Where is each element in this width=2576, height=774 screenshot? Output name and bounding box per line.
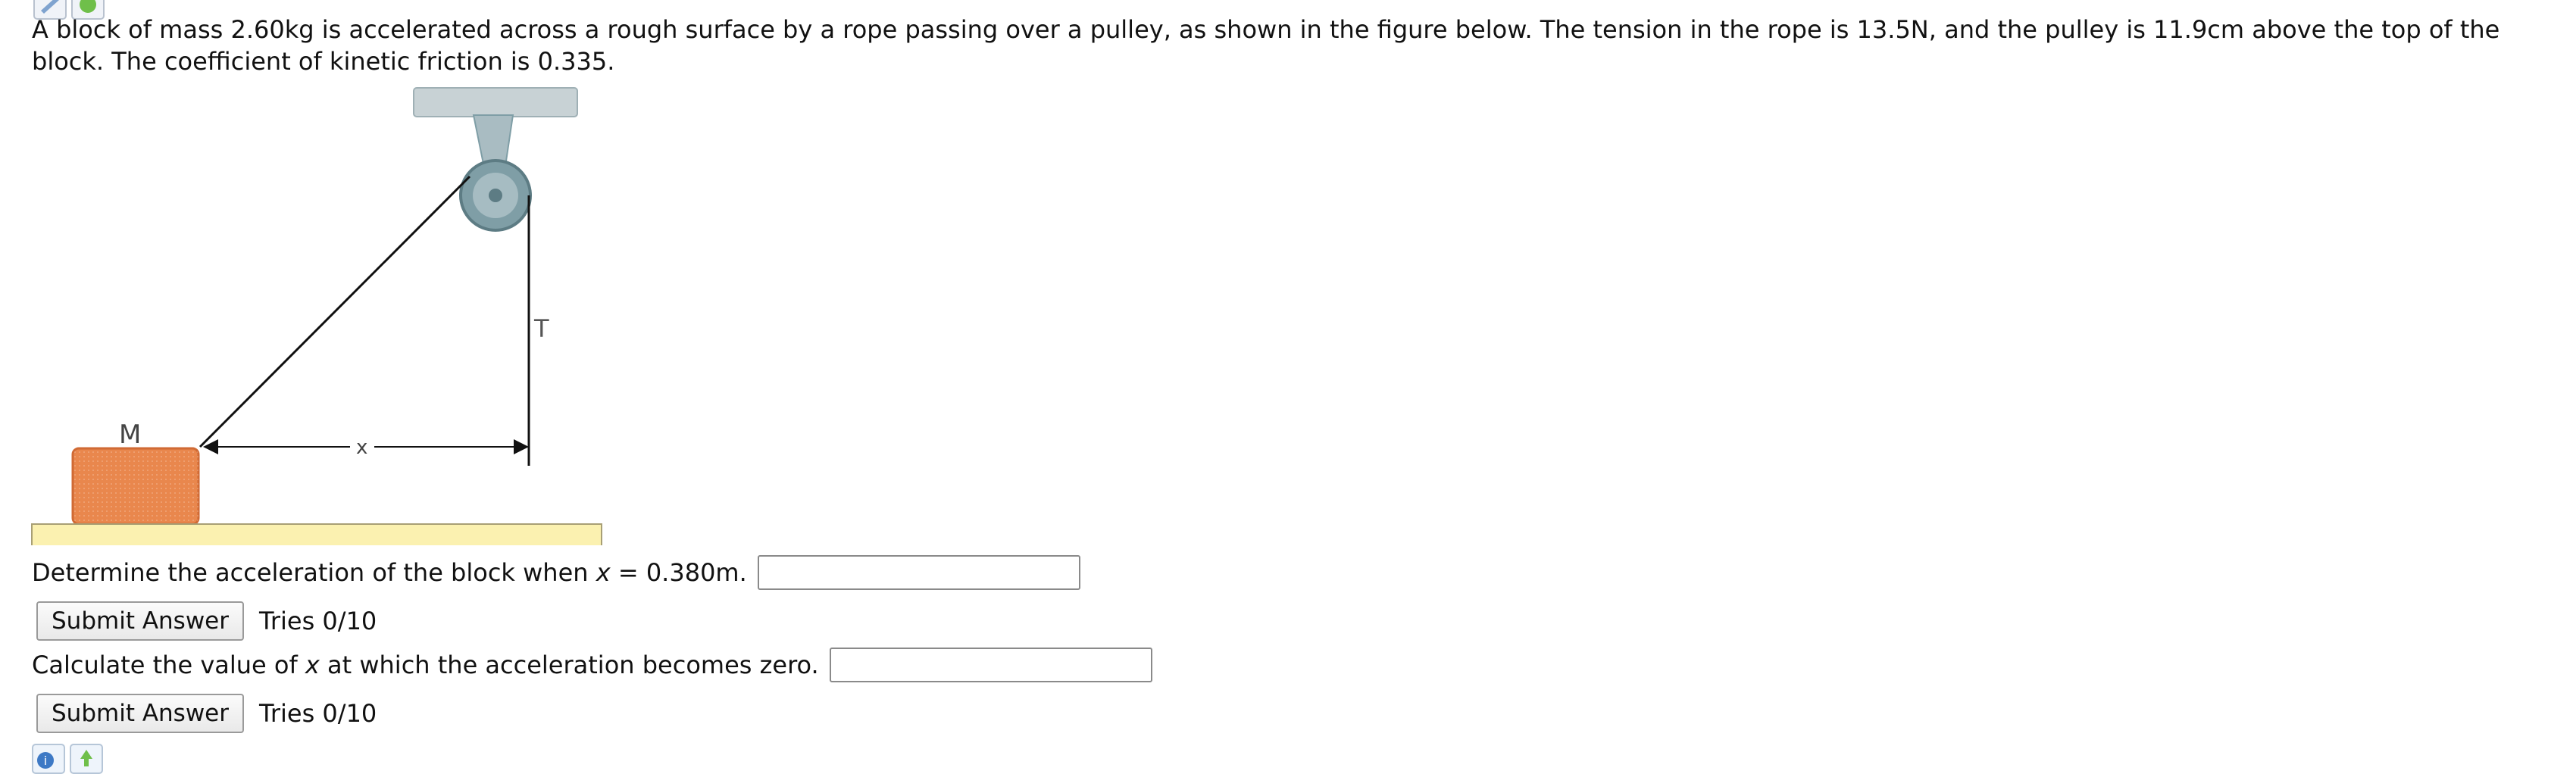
question-2-row: Calculate the value of x at which the ac… [32, 648, 1152, 682]
question-2-answer-input[interactable] [829, 648, 1152, 682]
question-2-tries: Tries 0/10 [259, 699, 377, 728]
question-2-submit-row: Submit Answer Tries 0/10 [36, 694, 377, 733]
mass-label: M [119, 420, 141, 450]
question-1-row: Determine the acceleration of the block … [32, 555, 1080, 590]
pulley-figure: T M x [31, 87, 602, 545]
question-2-text: Calculate the value of x at which the ac… [32, 651, 819, 679]
distance-label: x [356, 436, 367, 459]
ground [31, 523, 602, 545]
question-1-submit-button[interactable]: Submit Answer [36, 601, 244, 641]
help-icon[interactable]: i [32, 744, 65, 774]
svg-text:i: i [44, 754, 47, 768]
question-2-submit-button[interactable]: Submit Answer [36, 694, 244, 733]
question-1-text: Determine the acceleration of the block … [32, 558, 747, 587]
bottom-toolbar: i [32, 744, 103, 774]
question-1-answer-input[interactable] [757, 555, 1080, 590]
pulley-wheel [459, 159, 532, 232]
feedback-icon[interactable] [70, 744, 103, 774]
tension-label: T [533, 314, 549, 343]
ceiling-bar [413, 87, 578, 117]
rope-diagonal [199, 175, 471, 448]
question-1-tries: Tries 0/10 [259, 607, 377, 635]
question-1-submit-row: Submit Answer Tries 0/10 [36, 601, 377, 641]
